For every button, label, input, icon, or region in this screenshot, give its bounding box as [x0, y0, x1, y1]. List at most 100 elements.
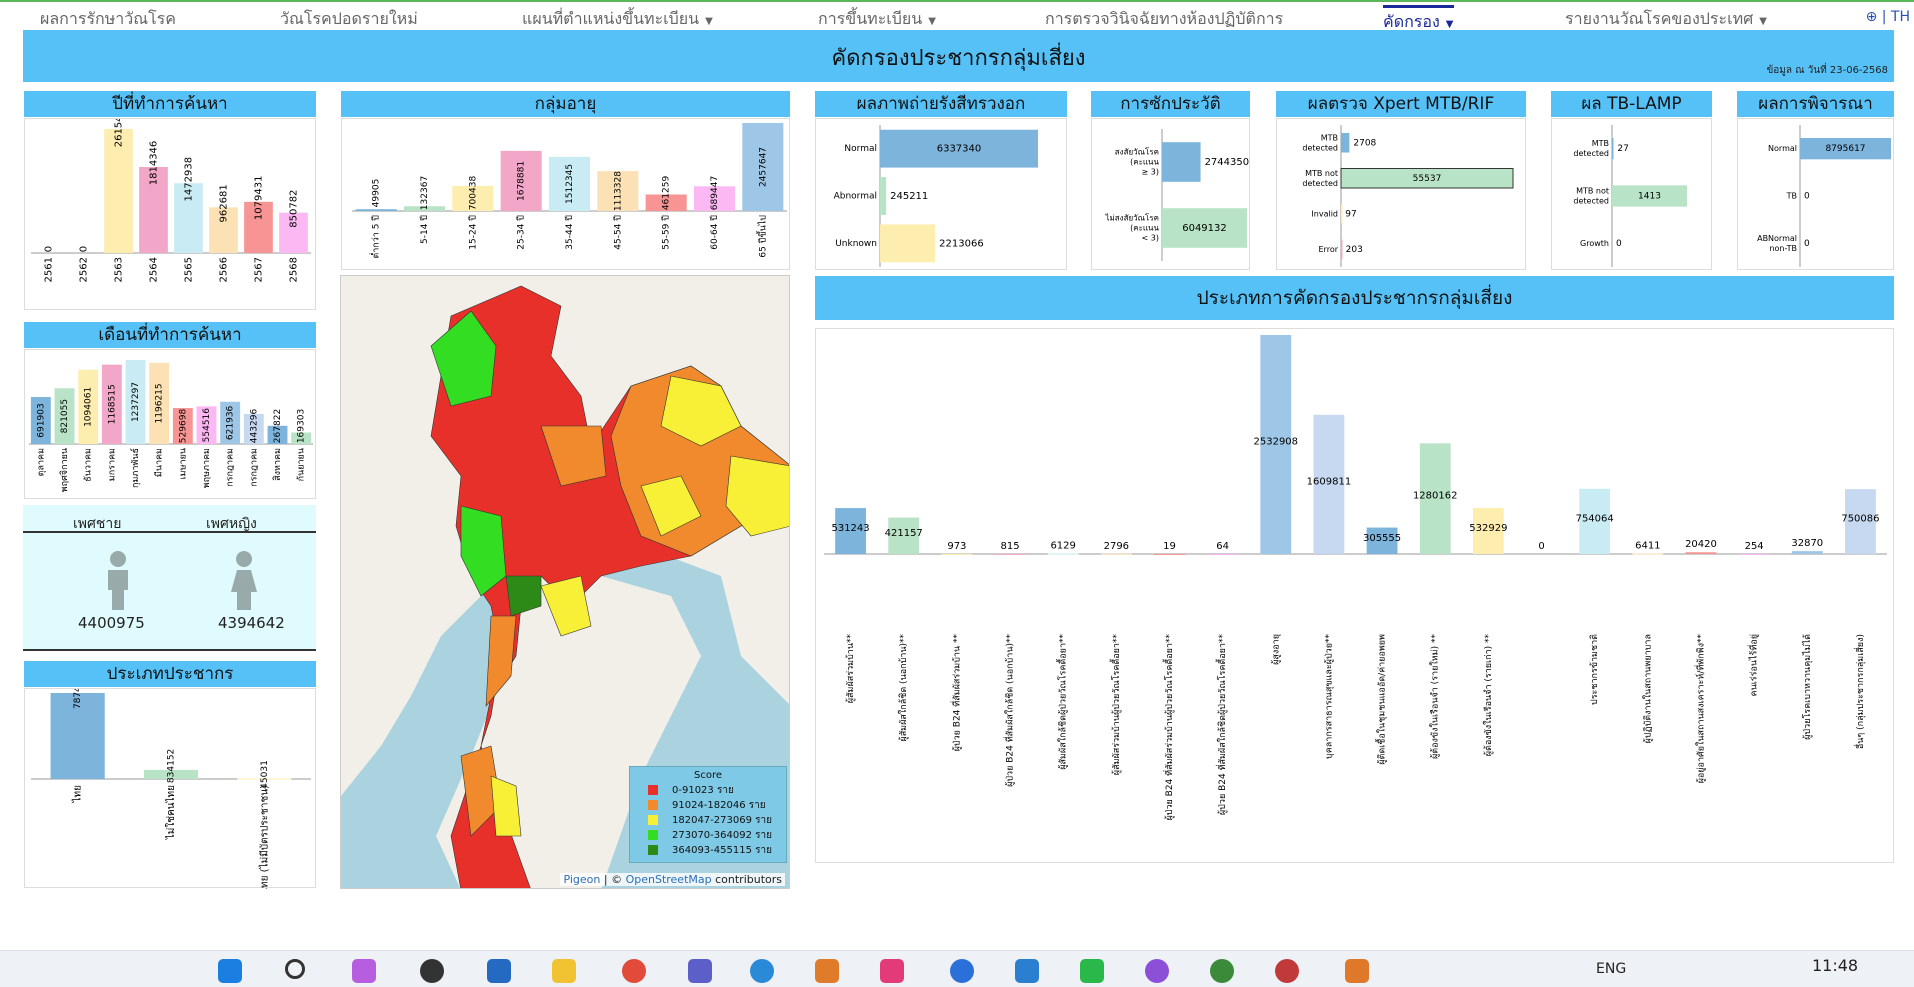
bar[interactable]: [1341, 132, 1350, 153]
bar[interactable]: [994, 553, 1026, 555]
edge-icon[interactable]: [750, 959, 774, 983]
bar[interactable]: [1162, 142, 1201, 182]
lamp-chart: 27MTBdetected1413MTB notdetected0Growth: [1573, 125, 1687, 267]
bar[interactable]: [1154, 553, 1185, 555]
store-icon[interactable]: [487, 959, 511, 983]
clock[interactable]: 11:48: [1812, 956, 1858, 975]
data-label: 8795617: [1825, 144, 1865, 154]
bar[interactable]: [880, 224, 936, 263]
xpert-chart-panel: 2708 MTB detected 55537 MTB not detected 97 Inv…: [1276, 118, 1526, 270]
tick-label: ผู้ป่วย B24 ที่สัมผัสใกล้ชิด (นอกบ้าน)**: [1003, 634, 1016, 787]
bar[interactable]: [1612, 138, 1614, 160]
line-icon[interactable]: [1080, 959, 1104, 983]
data-label: 6049132: [1182, 223, 1227, 234]
screening-chart-panel: 531243 ผู้สัมผัสร่วมบ้าน** 421157 ผู้สัมผัส…: [815, 328, 1894, 863]
vscode-icon[interactable]: [1015, 959, 1039, 983]
chrome-icon[interactable]: [950, 959, 974, 983]
chrome-icon[interactable]: [1275, 959, 1299, 983]
bar[interactable]: [1738, 553, 1770, 555]
nav-new-pulmonary-tb[interactable]: วัณโรคปอดรายใหม่: [280, 7, 418, 32]
bar[interactable]: [1632, 553, 1664, 555]
bar[interactable]: [355, 209, 397, 211]
osm-link[interactable]: OpenStreetMap: [626, 873, 712, 886]
search-icon[interactable]: [285, 959, 305, 979]
tick-label: กรกฎาคม: [226, 448, 236, 487]
tick-label: ไทย (ไม่มีบัตรประชาชน): [258, 785, 270, 889]
data-label: 2213066: [939, 238, 984, 249]
chrome-icon[interactable]: [622, 959, 646, 983]
divider: [23, 531, 316, 533]
data-label: 45031: [260, 760, 270, 789]
tick-label: เมษายน: [178, 448, 188, 479]
pigeon-link[interactable]: Pigeon: [563, 873, 600, 886]
tick-label: บุคลากรสาธารณสุขและผู้ป่วย**: [1323, 634, 1334, 759]
chrome-icon[interactable]: [1145, 959, 1169, 983]
bar[interactable]: [1685, 552, 1717, 554]
data-label: 1168515: [107, 384, 117, 424]
history-chart-panel: 2744350 สงสัยวัณโรค (คะแนน ≥ 3) 6049132 ไม่สง…: [1091, 118, 1250, 270]
copilot-icon[interactable]: [352, 959, 376, 983]
screening-chart: 531243 ผู้สัมผัสร่วมบ้าน** 421157 ผู้สัมผัส…: [824, 335, 1887, 821]
data-label: 1237297: [131, 382, 141, 422]
data-label: 821055: [60, 399, 70, 433]
tick-label: ไม่สงสัยวัณโรค: [1104, 213, 1159, 223]
bar[interactable]: [1791, 551, 1823, 554]
data-label: 834152: [167, 749, 177, 783]
tick-label: ผู้ปฏิบัติงานในสถานพยาบาล: [1642, 634, 1653, 743]
tick-label: 5-14 ปี: [419, 215, 430, 244]
data-label: 7874577: [73, 689, 83, 709]
input-language[interactable]: ENG: [1596, 961, 1626, 977]
bar[interactable]: [1207, 553, 1239, 555]
nav-country-report[interactable]: รายงานวัณโรคของประเทศ ▼: [1565, 7, 1767, 32]
data-label: 267822: [273, 409, 283, 443]
data-label: 532929: [1469, 523, 1507, 534]
tick-label: พฤศจิกายน: [59, 448, 70, 492]
data-label: 461259: [662, 176, 672, 211]
nav-label: แผนที่ตำแหน่งขึ้นทะเบียน: [522, 9, 700, 28]
attr-text: contributors: [711, 873, 782, 886]
lamp-panel-title: ผล TB-LAMP: [1551, 91, 1712, 117]
data-label: 1472938: [184, 157, 195, 202]
app-icon[interactable]: [420, 959, 444, 983]
bar[interactable]: [880, 177, 887, 215]
app-icon[interactable]: [880, 959, 904, 983]
tick-label: กันยายน: [297, 448, 307, 481]
data-label: 1196215: [155, 383, 165, 423]
folder-icon[interactable]: [552, 959, 576, 983]
app-icon[interactable]: [815, 959, 839, 983]
nav-lab-diagnosis[interactable]: การตรวจวินิจฉัยทางห้องปฏิบัติการ: [1045, 7, 1283, 32]
app-icon[interactable]: [1345, 959, 1369, 983]
bar[interactable]: [1341, 239, 1343, 260]
age-chart: 49905 ต่ำกว่า 5 ปี 132367 5-14 ปี 700438 15-2…: [352, 123, 787, 259]
tick-label: Growth: [1580, 239, 1609, 248]
start-icon[interactable]: [218, 959, 242, 983]
bar[interactable]: [1341, 203, 1343, 224]
data-label: 6337340: [937, 144, 982, 155]
tick-label: ตุลาคม: [36, 448, 46, 476]
chrome-icon[interactable]: [1210, 959, 1234, 983]
chevron-down-icon: ▼: [928, 16, 936, 27]
data-label: 20420: [1685, 539, 1717, 550]
nav-treatment-outcome[interactable]: ผลการรักษาวัณโรค: [40, 7, 176, 32]
bar[interactable]: [1047, 553, 1079, 555]
legend-item: 364093-455115 ราย: [648, 844, 786, 856]
bar[interactable]: [1100, 553, 1132, 555]
tick-label: 55-59 ปี: [661, 215, 672, 250]
tick-label: กุมภาพันธ์: [129, 448, 141, 488]
teams-icon[interactable]: [688, 959, 712, 983]
tick-label: Abnormal: [834, 192, 877, 202]
nav-registration-map[interactable]: แผนที่ตำแหน่งขึ้นทะเบียน ▼: [522, 7, 713, 32]
language-switch[interactable]: ⊕ | TH: [1866, 9, 1910, 25]
province-map[interactable]: Score 0-91023 ราย 91024-182046 ราย 18204…: [340, 275, 790, 889]
data-label: 443296: [249, 409, 259, 444]
bar[interactable]: [941, 553, 973, 555]
chevron-down-icon: ▼: [1759, 16, 1767, 27]
data-label: 2532908: [1254, 437, 1299, 448]
legend-swatch: [648, 845, 658, 855]
tick-label: มีนาคม: [154, 448, 165, 477]
tick-label: ผู้สัมผัสใกล้ชิด (นอกบ้าน)**: [898, 634, 909, 742]
nav-registration[interactable]: การขึ้นทะเบียน ▼: [818, 7, 936, 32]
legend-label: 0-91023 ราย: [672, 784, 734, 796]
tick-label: detected: [1302, 179, 1338, 188]
data-label: 1609811: [1307, 476, 1352, 487]
